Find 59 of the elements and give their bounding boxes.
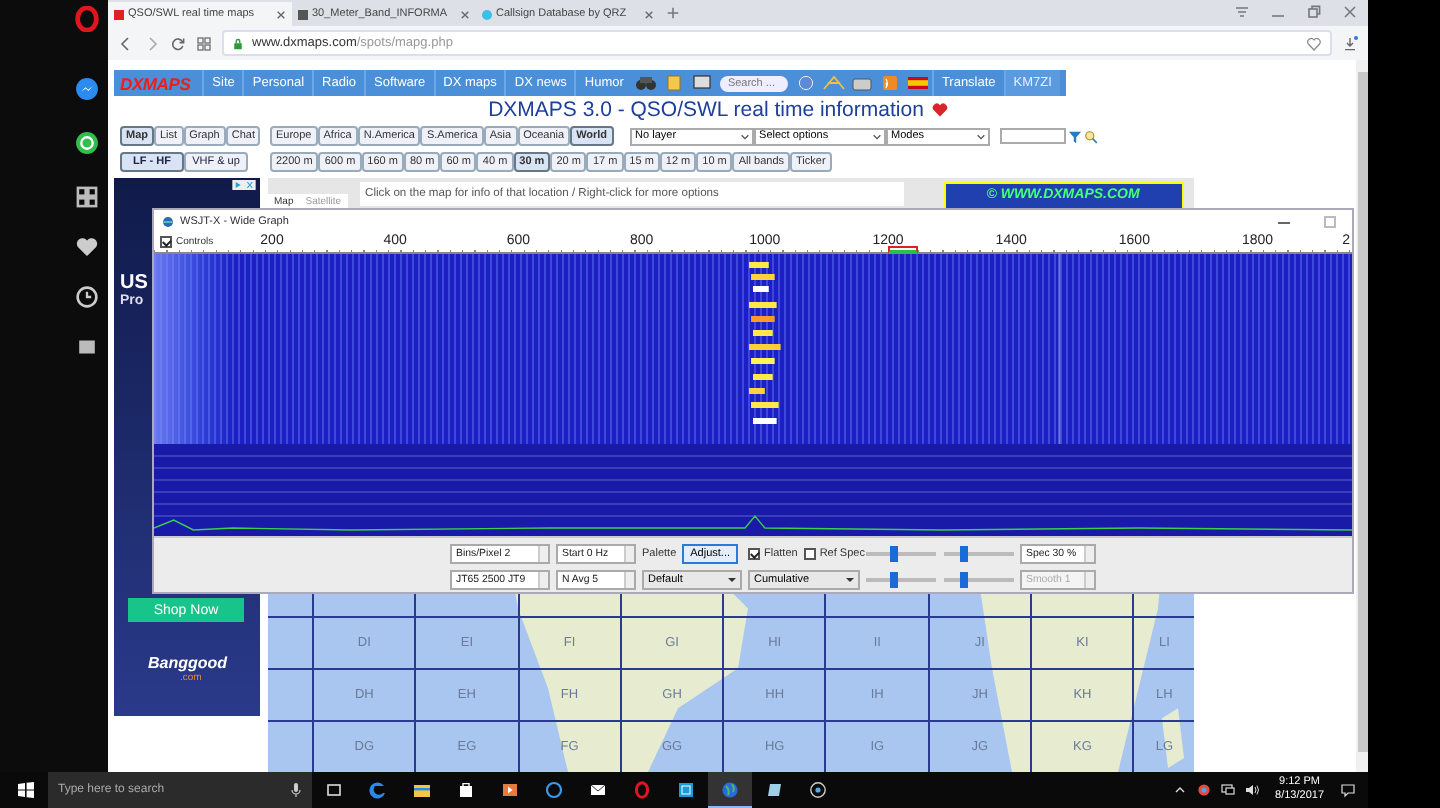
scrollbar-thumb[interactable]: [1358, 72, 1368, 752]
radio-icon[interactable]: [849, 74, 874, 92]
clock-icon[interactable]: [74, 284, 100, 310]
notepad-icon[interactable]: [764, 779, 784, 799]
app-tray-icon[interactable]: [1195, 782, 1212, 798]
rss-icon[interactable]: [877, 74, 902, 92]
grid-icon[interactable]: [74, 184, 100, 210]
chevron-up-icon[interactable]: [1171, 782, 1188, 798]
globe-icon[interactable]: [793, 74, 818, 92]
restore-icon[interactable]: [1306, 4, 1322, 20]
browser-icon[interactable]: [368, 779, 388, 799]
envelope-icon[interactable]: [588, 779, 608, 799]
binoculars-icon[interactable]: [633, 74, 658, 92]
network-icon[interactable]: [1219, 782, 1236, 798]
banggood-logo: Banggood: [148, 654, 228, 672]
folder-icon[interactable]: [412, 779, 432, 799]
messenger-icon[interactable]: [74, 76, 100, 102]
heart-icon[interactable]: [74, 234, 100, 260]
ring-icon[interactable]: [544, 779, 564, 799]
taskbar-app[interactable]: [708, 772, 752, 808]
microphone-icon[interactable]: [290, 782, 302, 798]
chevron-down-icon: [871, 131, 882, 141]
app-icon: [162, 216, 174, 228]
record-icon[interactable]: [808, 779, 828, 799]
ad-choices-icon[interactable]: [232, 180, 256, 190]
download-icon[interactable]: [1342, 35, 1358, 51]
notification-icon[interactable]: [1340, 782, 1356, 798]
page-title: DXMAPS 3.0 - QSO/SWL real time information: [488, 98, 924, 122]
minimize-button[interactable]: [1278, 221, 1290, 223]
search-icon[interactable]: [1083, 129, 1098, 143]
close-icon[interactable]: [1342, 4, 1358, 20]
opera-logo-icon[interactable]: [74, 6, 100, 32]
slider[interactable]: [944, 546, 1014, 562]
lock-icon: [232, 37, 244, 49]
flag-icon[interactable]: [905, 74, 930, 92]
ad-headline: US: [120, 272, 148, 294]
opera-icon[interactable]: [632, 779, 652, 799]
back-icon[interactable]: [118, 35, 134, 51]
slider[interactable]: [944, 572, 1014, 588]
play-icon[interactable]: [500, 779, 520, 799]
chevron-down-icon: [739, 131, 750, 141]
close-icon[interactable]: [460, 9, 470, 19]
globe-icon[interactable]: [720, 779, 740, 799]
window-icon[interactable]: [676, 779, 696, 799]
task-view-icon[interactable]: [324, 779, 344, 799]
windows-logo-icon[interactable]: [16, 780, 36, 800]
slider[interactable]: [866, 572, 936, 588]
close-icon[interactable]: [644, 9, 654, 19]
heart-icon: [931, 102, 948, 118]
new-tab-icon[interactable]: [666, 6, 680, 20]
reload-icon[interactable]: [170, 35, 186, 51]
chevron-down-icon: [975, 131, 986, 141]
filter-field[interactable]: [999, 128, 1066, 144]
filter-icon[interactable]: [1067, 129, 1082, 143]
speaker-icon[interactable]: [1243, 782, 1260, 798]
whatsapp-icon[interactable]: [74, 130, 100, 156]
close-icon[interactable]: [276, 9, 286, 19]
shopping-bag-icon[interactable]: [456, 779, 476, 799]
monitor-icon[interactable]: [689, 74, 714, 92]
